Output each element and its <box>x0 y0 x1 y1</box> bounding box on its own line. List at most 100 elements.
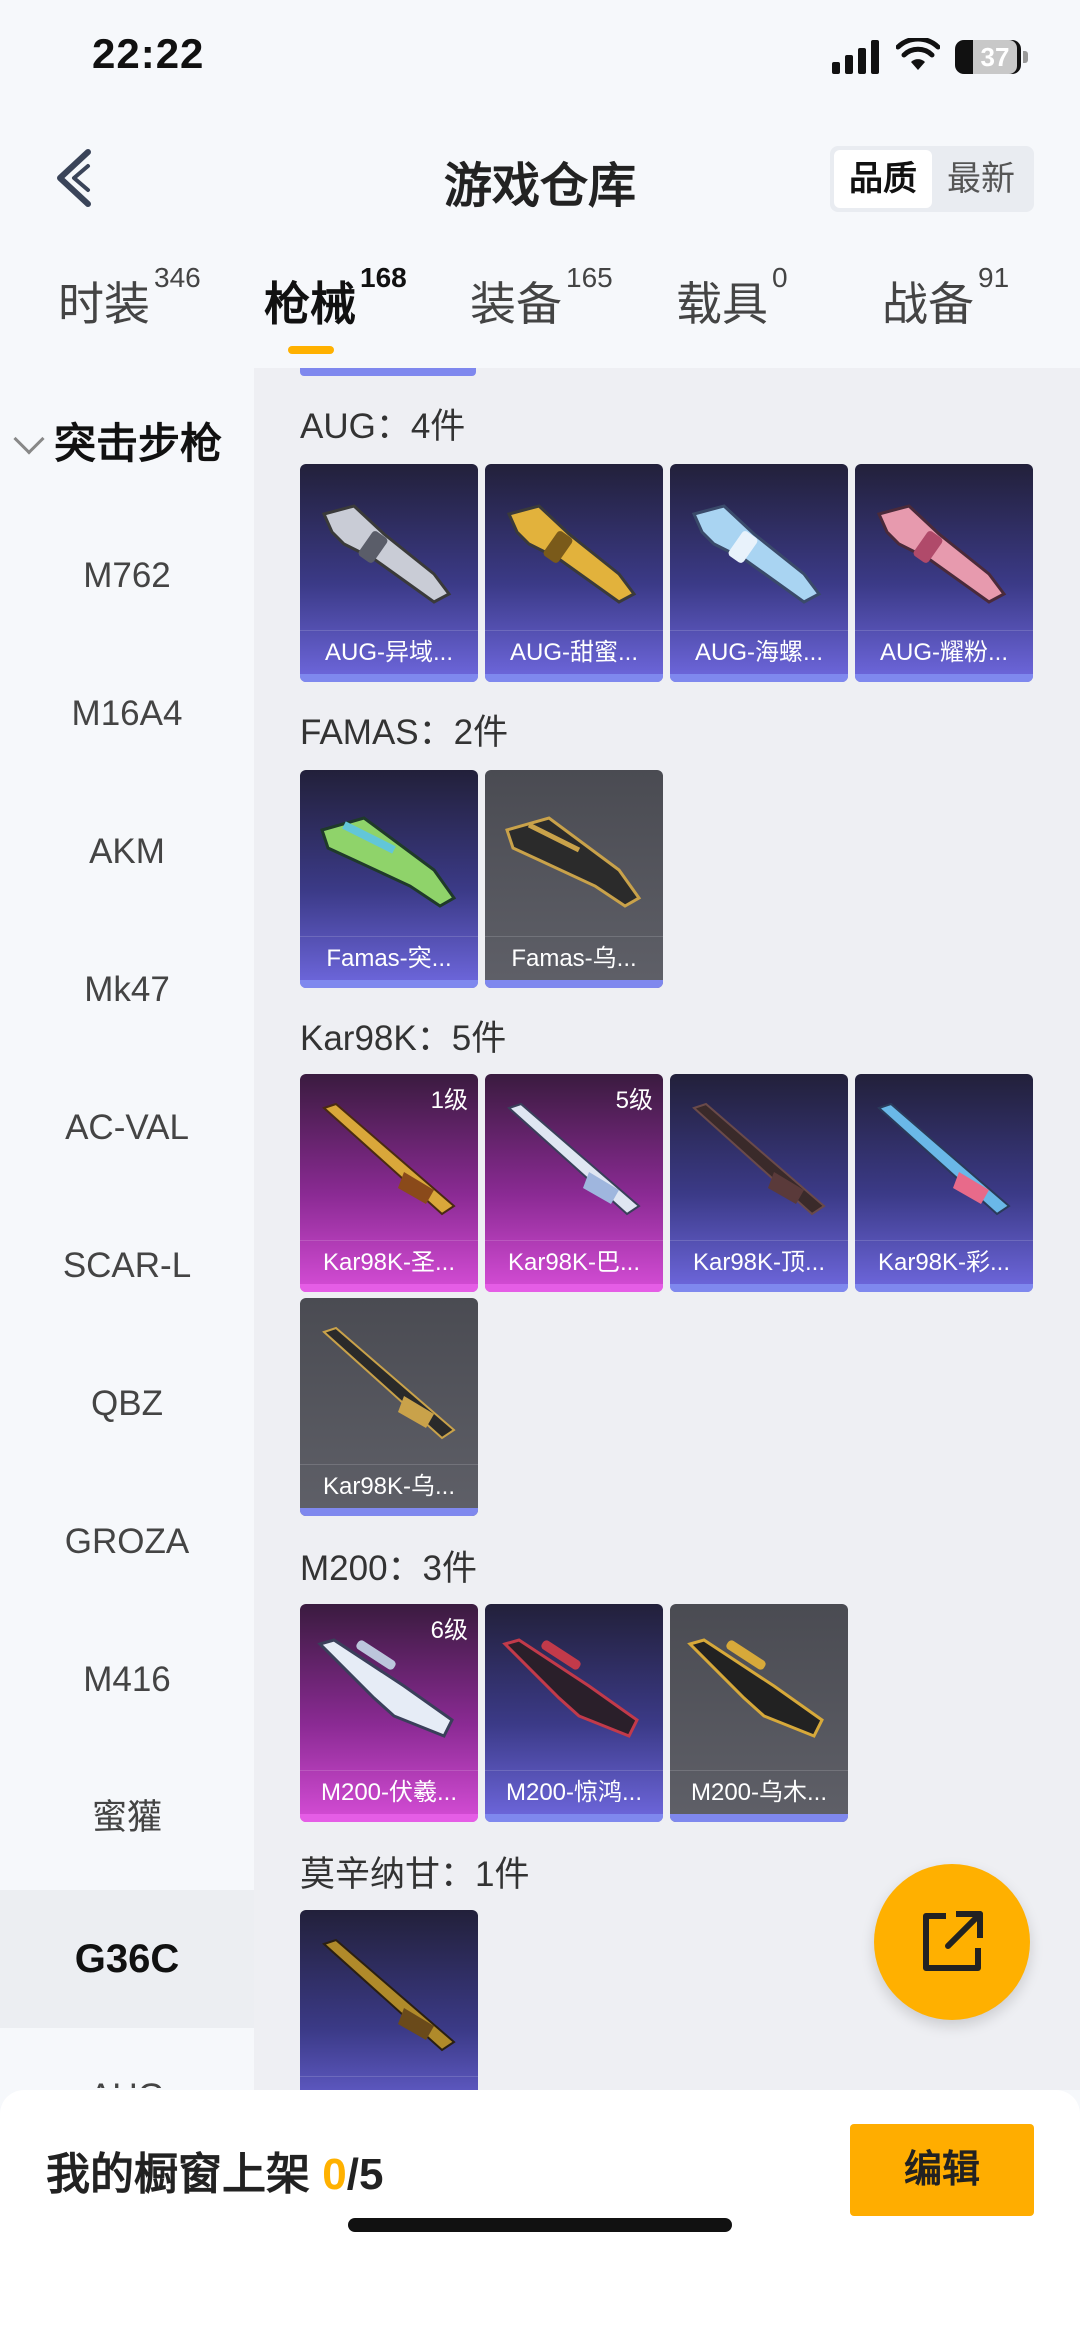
showcase-total: /5 <box>346 2150 384 2199</box>
tab-count: 346 <box>154 262 201 293</box>
rarity-bar <box>300 674 478 682</box>
weapon-card[interactable]: 1级 Kar98K-圣... <box>300 1074 478 1292</box>
active-tab-indicator <box>288 346 334 354</box>
rarity-bar <box>855 1284 1033 1292</box>
rarity-bar <box>300 1284 478 1292</box>
showcase-bar: 我的橱窗上架 0/5 编辑 <box>0 2090 1080 2339</box>
status-bar: 22:22 37 <box>0 0 1080 120</box>
weapon-name: Kar98K-彩... <box>855 1240 1033 1284</box>
weapon-card[interactable]: AUG-耀粉... <box>855 464 1033 682</box>
sidebar-item-m762[interactable]: M762 <box>0 507 254 645</box>
sniper-rifle-icon <box>507 1102 641 1216</box>
sidebar-item-m16a4[interactable]: M16A4 <box>0 645 254 783</box>
weapon-card[interactable]: AUG-海螺... <box>670 464 848 682</box>
tab-count: 0 <box>772 262 788 293</box>
weapon-name: Famas-乌... <box>485 936 663 980</box>
edit-button[interactable]: 编辑 <box>850 2124 1034 2216</box>
weapon-name: Kar98K-巴... <box>485 1240 663 1284</box>
clock: 22:22 <box>92 30 205 77</box>
tab-count: 91 <box>978 262 1010 293</box>
wifi-icon <box>896 38 940 70</box>
sort-toggle: 品质 最新 <box>830 146 1034 212</box>
sniper-rifle-icon <box>502 1638 639 1738</box>
weapon-name: Famas-突... <box>300 936 478 980</box>
sniper-rifle-icon <box>322 1326 456 1440</box>
weapon-name: Kar98K-圣... <box>300 1240 478 1284</box>
weapon-card[interactable]: M200-乌木... <box>670 1604 848 1822</box>
weapon-type-sidebar: 突击步枪 M762 M16A4 AKM Mk47 AC-VAL SCAR-L Q… <box>0 368 254 2088</box>
rarity-bar <box>485 980 663 988</box>
rarity-bar <box>670 1814 848 1822</box>
sort-latest-button[interactable]: 最新 <box>932 150 1030 208</box>
weapon-card[interactable]: M200-惊鸿... <box>485 1604 663 1822</box>
sniper-rifle-icon <box>322 1938 456 2052</box>
weapon-name: Kar98K-乌... <box>300 1464 478 1508</box>
weapon-name: M200-乌木... <box>670 1770 848 1814</box>
weapon-name: AUG-耀粉... <box>855 630 1033 674</box>
showcase-count: 0 <box>322 2150 347 2199</box>
rarity-bar <box>300 1508 478 1516</box>
sidebar-item-m416[interactable]: M416 <box>0 1611 254 1749</box>
sniper-rifle-icon <box>687 1638 824 1738</box>
weapon-card[interactable]: 5级 Kar98K-巴... <box>485 1074 663 1292</box>
weapon-name: Kar98K-顶... <box>670 1240 848 1284</box>
weapon-card[interactable]: AUG-异域... <box>300 464 478 682</box>
weapon-name <box>300 2076 478 2090</box>
rarity-bar <box>855 674 1033 682</box>
weapon-card[interactable]: Kar98K-顶... <box>670 1074 848 1292</box>
weapon-card[interactable]: Kar98K-乌... <box>300 1298 478 1516</box>
sniper-rifle-icon <box>877 1102 1011 1216</box>
weapon-name: AUG-海螺... <box>670 630 848 674</box>
weapon-name: M200-惊鸿... <box>485 1770 663 1814</box>
category-tabs: 时装346 枪械168 装备165 载具0 战备91 <box>0 262 1080 368</box>
sort-quality-button[interactable]: 品质 <box>834 150 932 208</box>
weapon-name: AUG-甜蜜... <box>485 630 663 674</box>
sidebar-item-akm[interactable]: AKM <box>0 783 254 921</box>
sniper-rifle-icon <box>322 1102 456 1216</box>
sidebar-section-assault-rifles[interactable]: 突击步枪 <box>13 410 223 471</box>
sidebar-item-groza[interactable]: GROZA <box>0 1473 254 1611</box>
sniper-rifle-icon <box>317 1638 454 1738</box>
rarity-bar <box>485 1814 663 1822</box>
showcase-status: 我的橱窗上架 0/5 <box>46 2138 383 2202</box>
weapon-card[interactable]: Famas-乌... <box>485 770 663 988</box>
tab-label: 时装 <box>58 278 150 330</box>
rarity-bar <box>300 1814 478 1822</box>
rifle-icon <box>320 816 457 908</box>
sniper-rifle-icon <box>692 1102 826 1216</box>
weapon-card[interactable]: Kar98K-彩... <box>855 1074 1033 1292</box>
weapon-card[interactable]: AUG-甜蜜... <box>485 464 663 682</box>
tab-label: 装备 <box>470 278 562 330</box>
sidebar-item-aug[interactable]: AUG <box>0 2028 254 2088</box>
weapon-card[interactable]: 6级 M200-伏羲... <box>300 1604 478 1822</box>
tab-battle-gear[interactable]: 战备91 <box>882 262 1009 334</box>
tab-count: 168 <box>360 262 407 293</box>
rarity-bar <box>485 1284 663 1292</box>
tab-label: 载具 <box>676 278 768 330</box>
sidebar-section-label: 突击步枪 <box>54 420 223 467</box>
group-title: M200：3件 <box>300 1549 478 1588</box>
tab-label: 枪械 <box>264 278 356 330</box>
sidebar-item-mk47[interactable]: Mk47 <box>0 921 254 1059</box>
group-title: 莫辛纳甘：1件 <box>300 1855 530 1894</box>
rifle-icon <box>506 504 637 604</box>
sidebar-item-honey-badger[interactable]: 蜜獾 <box>0 1749 254 1887</box>
weapon-card[interactable]: Famas-突... <box>300 770 478 988</box>
chevron-down-icon <box>13 423 45 455</box>
weapon-name: M200-伏羲... <box>300 1770 478 1814</box>
sidebar-item-scar-l[interactable]: SCAR-L <box>0 1197 254 1335</box>
sidebar-item-ac-val[interactable]: AC-VAL <box>0 1059 254 1197</box>
rifle-icon <box>876 504 1007 604</box>
share-button[interactable] <box>874 1864 1030 2020</box>
partial-card-edge <box>300 368 476 376</box>
tab-equipment[interactable]: 装备165 <box>470 262 613 334</box>
tab-guns[interactable]: 枪械168 <box>264 262 407 334</box>
tab-fashion[interactable]: 时装346 <box>58 262 201 334</box>
rifle-icon <box>505 816 642 908</box>
sidebar-item-g36c[interactable]: G36C <box>0 1890 254 2028</box>
sidebar-item-qbz[interactable]: QBZ <box>0 1335 254 1473</box>
rarity-bar <box>670 674 848 682</box>
weapon-card[interactable] <box>300 1910 478 2090</box>
weapon-list: AUG：4件 AUG-异域... AUG-甜蜜... AUG-海螺... AUG… <box>254 368 1080 2090</box>
tab-vehicles[interactable]: 载具0 <box>676 262 788 334</box>
